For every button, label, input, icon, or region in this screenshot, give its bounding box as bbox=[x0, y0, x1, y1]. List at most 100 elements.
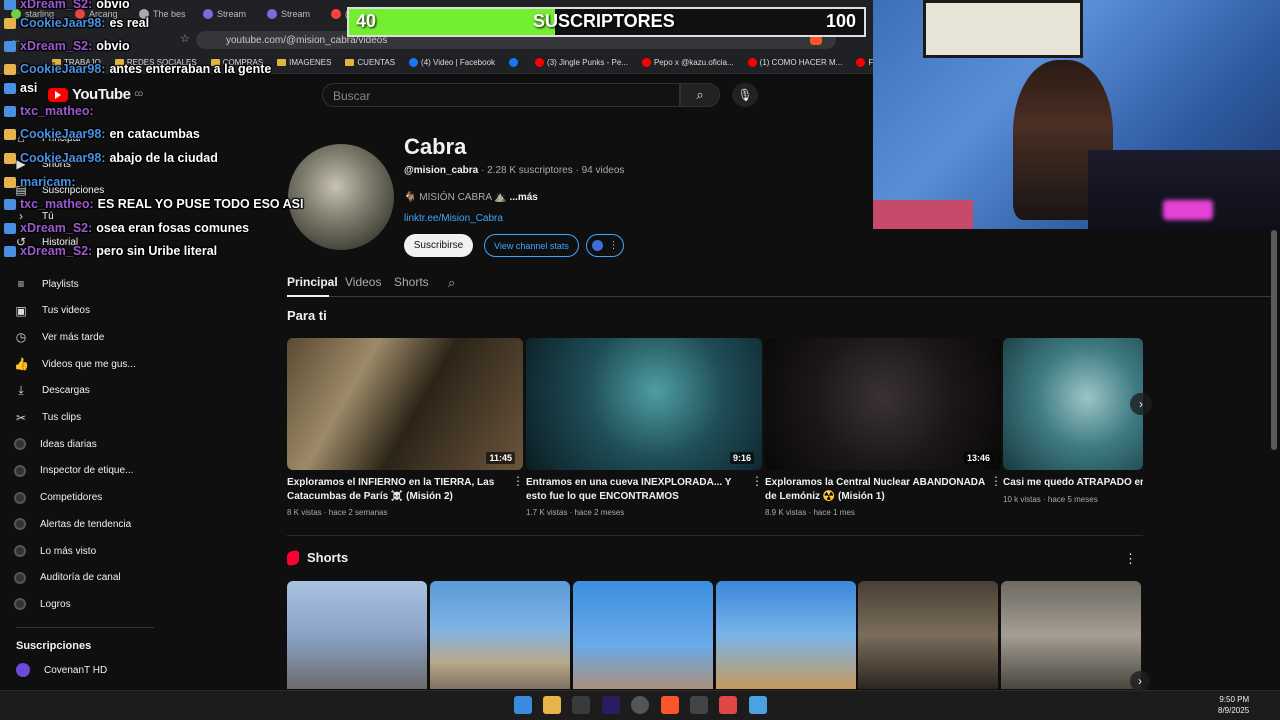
sidebar-item[interactable]: ⤓ Descargas bbox=[14, 380, 154, 402]
bookmark-icon[interactable]: ☆ bbox=[180, 32, 190, 45]
sidebar-item-label: Auditoría de canal bbox=[40, 572, 121, 584]
channel-avatar[interactable] bbox=[288, 144, 394, 250]
short-thumbnail[interactable] bbox=[287, 581, 427, 689]
sidebar-item[interactable]: Alertas de tendencia bbox=[14, 513, 154, 535]
obs-icon[interactable] bbox=[631, 696, 649, 714]
channel-search-icon[interactable]: ⌕ bbox=[448, 275, 455, 291]
tab-favicon-icon bbox=[331, 9, 341, 19]
chat-username: txc_matheo: bbox=[20, 104, 94, 118]
sidebar-item-icon bbox=[14, 491, 26, 504]
premiere-icon[interactable] bbox=[602, 696, 620, 714]
video-thumbnail[interactable]: 9:16 bbox=[526, 338, 762, 470]
start-icon[interactable] bbox=[514, 696, 532, 714]
channel-desc-text: MISIÓN CABRA bbox=[419, 192, 492, 203]
tab-principal[interactable]: Principal bbox=[287, 275, 338, 289]
app-icon[interactable] bbox=[749, 696, 767, 714]
scrollbar-thumb[interactable] bbox=[1271, 230, 1277, 450]
video-title[interactable]: Casi me quedo ATRAPADO en est bbox=[1003, 476, 1143, 490]
tab-shorts[interactable]: Shorts bbox=[394, 275, 429, 289]
sidebar-item-label: Alertas de tendencia bbox=[40, 518, 132, 530]
system-clock[interactable]: 9:50 PM 8/9/2025 bbox=[1218, 694, 1249, 716]
sidebar-item[interactable]: Lo más visto bbox=[14, 540, 154, 562]
sidebar-item[interactable]: ▣ Tus videos bbox=[14, 300, 154, 322]
sidebar-item[interactable]: Logros bbox=[14, 593, 154, 615]
video-title[interactable]: Exploramos la Central Nuclear ABANDONADA… bbox=[765, 476, 985, 504]
chat-text: obvio bbox=[96, 39, 130, 53]
youtube-logo-text: YouTube bbox=[72, 86, 131, 103]
short-thumbnail[interactable] bbox=[1001, 581, 1141, 689]
chat-message: xDream_S2: pero sin Uribe literal bbox=[4, 244, 217, 258]
bookmark-label: CUENTAS bbox=[357, 58, 396, 67]
sidebar-item-icon bbox=[14, 571, 26, 584]
shorts-logo-icon bbox=[287, 549, 299, 566]
short-thumbnail[interactable] bbox=[716, 581, 856, 689]
sidebar-item[interactable]: ✂ Tus clips bbox=[14, 407, 154, 429]
video-thumbnail[interactable] bbox=[1003, 338, 1143, 470]
video-menu-icon[interactable]: ⋮ bbox=[990, 474, 1002, 488]
channel-description[interactable]: 🐐 MISIÓN CABRA ⛰️ ...más bbox=[404, 192, 538, 203]
sidebar-item[interactable]: Competidores bbox=[14, 487, 154, 509]
sidebar-item[interactable]: Inspector de etique... bbox=[14, 460, 154, 482]
short-thumbnail[interactable] bbox=[430, 581, 570, 689]
app-icon[interactable] bbox=[572, 696, 590, 714]
folder-icon bbox=[747, 58, 757, 67]
view-channel-stats-button[interactable]: View channel stats bbox=[484, 234, 579, 257]
chat-message: CookieJaar98: en catacumbas bbox=[4, 127, 200, 141]
bookmark-item[interactable]: (1) COMO HACER M... bbox=[747, 58, 843, 67]
subscribe-button[interactable]: Suscribirse bbox=[404, 234, 473, 257]
bookmark-item[interactable]: (3) Jingle Punks - Pe... bbox=[535, 58, 628, 67]
folder-icon bbox=[641, 58, 651, 67]
tab-label: Stream bbox=[217, 9, 247, 19]
video-menu-icon[interactable]: ⋮ bbox=[512, 474, 524, 488]
bookmark-item[interactable]: IMAGENES bbox=[277, 58, 331, 67]
tab-videos[interactable]: Videos bbox=[345, 275, 381, 289]
voice-search-button[interactable]: 🎙 bbox=[732, 83, 758, 107]
sidebar-item[interactable]: Ideas diarias bbox=[14, 433, 154, 455]
bookmark-item[interactable]: Pepo x @kazu.oficia... bbox=[641, 58, 734, 67]
folder-icon bbox=[409, 58, 419, 67]
search-button[interactable]: ⌕ bbox=[680, 83, 720, 107]
chevron-right-icon[interactable]: › bbox=[1130, 671, 1150, 691]
video-thumbnail[interactable]: 11:45 bbox=[287, 338, 523, 470]
video-menu-icon[interactable]: ⋮ bbox=[751, 474, 763, 488]
channel-handle: @mision_cabra bbox=[404, 165, 479, 176]
chat-message: xDream_S2: obvio bbox=[4, 0, 130, 11]
sidebar-item[interactable]: 👍 Videos que me gus... bbox=[14, 353, 154, 375]
bookmark-item[interactable]: (4) Video | Facebook bbox=[409, 58, 495, 67]
chat-badge-icon bbox=[4, 152, 16, 164]
sidebar-item[interactable]: ◷ Ver más tarde bbox=[14, 326, 154, 348]
short-thumbnail[interactable] bbox=[858, 581, 998, 689]
channel-link[interactable]: linktr.ee/Mision_Cabra bbox=[404, 213, 503, 224]
sidebar-item-icon: ≡ bbox=[17, 277, 25, 291]
video-title[interactable]: Exploramos el INFIERNO en la TIERRA, Las… bbox=[287, 476, 507, 504]
youtube-play-icon bbox=[48, 87, 68, 102]
extension-button[interactable]: ⋮ bbox=[586, 234, 624, 257]
extension-icon bbox=[591, 240, 603, 251]
sidebar-item-label: Playlists bbox=[42, 278, 79, 290]
sidebar-item[interactable]: ≡ Playlists bbox=[14, 273, 154, 295]
channel-name: Cabra bbox=[404, 134, 467, 159]
more-link[interactable]: ...más bbox=[510, 192, 538, 203]
tab-favicon-icon bbox=[267, 9, 277, 19]
bookmark-item[interactable] bbox=[509, 58, 521, 67]
video-thumbnail[interactable]: 13:46 bbox=[765, 338, 1001, 470]
short-thumbnail[interactable] bbox=[573, 581, 713, 689]
file-explorer-icon[interactable] bbox=[543, 696, 561, 714]
browser-tab[interactable]: Stream bbox=[198, 3, 260, 25]
search-input[interactable]: Buscar bbox=[322, 83, 680, 107]
sidebar-item-icon bbox=[14, 464, 26, 477]
sidebar-item[interactable]: Auditoría de canal bbox=[14, 567, 154, 589]
bookmark-item[interactable]: CUENTAS bbox=[345, 58, 395, 67]
chat-badge-icon bbox=[4, 63, 16, 75]
subscription-item-covenant[interactable]: CovenanT HD bbox=[16, 659, 156, 681]
bookmark-label: (1) COMO HACER M... bbox=[759, 58, 843, 67]
brave-icon[interactable] bbox=[661, 696, 679, 714]
video-title[interactable]: Entramos en una cueva INEXPLORADA... Y e… bbox=[526, 476, 746, 504]
chevron-right-icon[interactable]: › bbox=[1130, 393, 1152, 415]
youtube-logo[interactable]: YouTube CO bbox=[48, 86, 143, 103]
video-meta: 1.7 K vistas · hace 2 meses bbox=[526, 508, 625, 517]
app-icon[interactable] bbox=[690, 696, 708, 714]
more-vert-icon[interactable]: ⋮ bbox=[1124, 551, 1137, 567]
app-icon[interactable] bbox=[719, 696, 737, 714]
browser-tab[interactable]: Stream bbox=[262, 3, 324, 25]
